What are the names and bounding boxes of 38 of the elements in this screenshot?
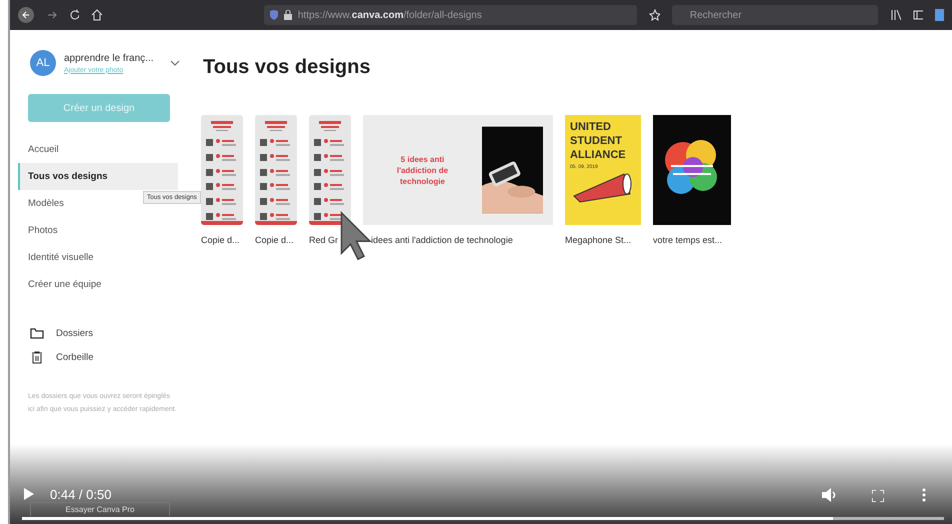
address-bar[interactable]: https://www.canva.com/folder/all-designs (264, 5, 638, 25)
design-caption[interactable]: idees anti l'addiction de technologie (363, 235, 553, 245)
slide-thumbnail[interactable]: 5 idees anti l'addiction de technologie (363, 115, 553, 225)
trash-icon (30, 351, 44, 364)
lock-icon (284, 10, 292, 20)
sidebar-item[interactable]: Créer une équipe (18, 271, 178, 298)
design-caption[interactable]: Megaphone St... (565, 235, 641, 245)
reload-icon[interactable] (68, 9, 80, 21)
library-icon[interactable] (890, 9, 900, 21)
video-time: 0:44 / 0:50 (50, 487, 112, 502)
try-pro-button[interactable]: Essayer Canva Pro (30, 502, 170, 516)
play-icon[interactable] (24, 488, 34, 500)
sidebar-item[interactable]: Tous vos designs (18, 163, 178, 190)
search-field[interactable]: Rechercher (672, 5, 878, 25)
design-caption[interactable]: Copie d... (255, 235, 297, 245)
back-button[interactable] (18, 6, 34, 24)
design-caption[interactable]: Copie d... (201, 235, 243, 245)
design-caption[interactable]: votre temps est... (653, 235, 731, 245)
home-icon[interactable] (91, 9, 102, 21)
url-text: https://www.canva.com/folder/all-designs (298, 10, 482, 20)
sidebar-icon[interactable] (912, 9, 924, 21)
star-icon[interactable] (649, 9, 660, 21)
sidebar-link[interactable]: Dossiers (56, 328, 93, 339)
account-name: apprendre le franç... (64, 52, 154, 64)
sidebar-link[interactable]: Corbeille (56, 352, 94, 363)
slide-heading: 5 idees anti l'addiction de technologie (396, 154, 450, 186)
poster-heading: UNITED STUDENT ALLIANCE (570, 120, 627, 162)
sidebar-item[interactable]: Photos (18, 217, 178, 244)
chevron-down-icon[interactable] (170, 60, 180, 66)
page-title: Tous vos designs (202, 56, 372, 79)
folder-icon (30, 328, 44, 339)
sidebar-item[interactable]: Accueil (18, 136, 178, 163)
more-icon[interactable] (922, 488, 926, 502)
forward-icon[interactable] (46, 9, 57, 21)
volume-icon[interactable] (822, 488, 838, 502)
sidebar-item[interactable]: Identité visuelle (18, 244, 178, 271)
shield-icon (270, 10, 278, 20)
fullscreen-icon[interactable] (872, 490, 884, 502)
